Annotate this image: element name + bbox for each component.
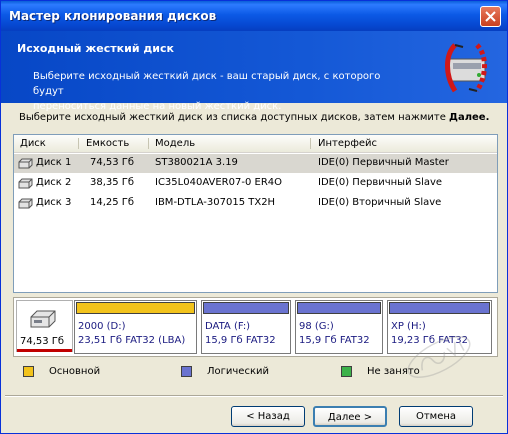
disk-interface: IDE(0) Первичный Master (318, 157, 449, 168)
column-capacity[interactable]: Емкость (86, 138, 129, 149)
partition-type-bar-logical (297, 302, 381, 314)
disk-size-label: 74,53 Гб (20, 336, 65, 347)
legend-label-logical: Логический (207, 366, 269, 377)
disk-list-header: Диск Емкость Модель Интерфейс (14, 135, 497, 153)
partition-name: 98 (G:) (299, 321, 334, 332)
button-separator (5, 395, 503, 397)
column-separator[interactable] (310, 138, 311, 149)
column-separator[interactable] (78, 138, 79, 149)
window-title: Мастер клонирования дисков (9, 9, 217, 23)
back-button[interactable]: < Назад (231, 406, 305, 427)
legend-swatch-logical (181, 366, 192, 377)
partition-map-disk[interactable]: 74,53 Гб (16, 300, 73, 352)
partition-type-bar-logical (389, 302, 490, 314)
page-title: Исходный жесткий диск (17, 42, 174, 55)
disk-capacity: 38,35 Гб (90, 177, 135, 188)
disk-list[interactable]: Диск Емкость Модель Интерфейс Диск 1 74,… (13, 134, 498, 293)
disk-clone-icon (445, 43, 487, 93)
partition-info: 15,9 Гб FAT32 (299, 335, 370, 346)
legend-swatch-primary (23, 366, 34, 377)
wizard-window: Мастер клонирования дисков Исходный жест… (0, 0, 508, 434)
page-description: Выберите исходный жесткий диск - ваш ста… (33, 69, 413, 114)
instruction-next-word: Далее. (449, 112, 490, 123)
selected-indicator (17, 349, 72, 352)
partition-f[interactable]: DATA (F:) 15,9 Гб FAT32 (201, 300, 291, 354)
legend-label-primary: Основной (49, 366, 101, 377)
hard-disk-icon (18, 178, 33, 189)
instruction-text: Выберите исходный жесткий диск из списка… (19, 112, 489, 123)
title-bar[interactable]: Мастер клонирования дисков (1, 1, 507, 31)
next-button[interactable]: Далее > (313, 406, 387, 427)
partition-type-bar-logical (203, 302, 289, 314)
page-description-line1: Выберите исходный жесткий диск - ваш ста… (33, 71, 381, 97)
partition-d[interactable]: 2000 (D:) 23,51 Гб FAT32 (LBA) (74, 300, 197, 354)
partition-name: 2000 (D:) (78, 321, 126, 332)
hard-disk-icon (30, 310, 56, 328)
column-disk[interactable]: Диск (20, 138, 46, 149)
instruction-body: Выберите исходный жесткий диск из списка… (19, 112, 446, 123)
close-icon (485, 11, 496, 22)
hard-disk-icon (18, 158, 33, 169)
legend-swatch-free (341, 366, 352, 377)
partition-name: DATA (F:) (205, 321, 251, 332)
hard-disk-icon (18, 198, 33, 209)
column-interface[interactable]: Интерфейс (318, 138, 377, 149)
close-button[interactable] (480, 6, 501, 27)
disk-model: ST380021A 3.19 (155, 157, 238, 168)
partition-type-bar-primary (76, 302, 195, 314)
disk-interface: IDE(0) Первичный Slave (318, 177, 443, 188)
disk-name: Диск 3 (36, 197, 72, 208)
disk-name: Диск 2 (36, 177, 72, 188)
wizard-header: Исходный жесткий диск Выберите исходный … (1, 31, 507, 112)
disk-model: IBM-DTLA-307015 TX2H (155, 197, 276, 208)
partition-info: 23,51 Гб FAT32 (LBA) (78, 335, 186, 346)
disk-name: Диск 1 (36, 157, 72, 168)
disk-interface: IDE(0) Вторичный Slave (318, 197, 442, 208)
disk-row-2[interactable]: Диск 2 38,35 Гб IC35L040AVER07-0 ER4O ID… (14, 174, 497, 193)
partition-g[interactable]: 98 (G:) 15,9 Гб FAT32 (295, 300, 383, 354)
disk-capacity: 14,25 Гб (90, 197, 135, 208)
column-separator[interactable] (148, 138, 149, 149)
watermark-logo (407, 336, 471, 378)
disk-capacity: 74,53 Гб (90, 157, 135, 168)
disk-row-1[interactable]: Диск 1 74,53 Гб ST380021A 3.19 IDE(0) Пе… (14, 154, 497, 173)
disk-model: IC35L040AVER07-0 ER4O (155, 177, 282, 188)
disk-row-3[interactable]: Диск 3 14,25 Гб IBM-DTLA-307015 TX2H IDE… (14, 194, 497, 213)
cancel-button[interactable]: Отмена (399, 406, 473, 427)
partition-info: 15,9 Гб FAT32 (205, 335, 276, 346)
column-model[interactable]: Модель (155, 138, 195, 149)
